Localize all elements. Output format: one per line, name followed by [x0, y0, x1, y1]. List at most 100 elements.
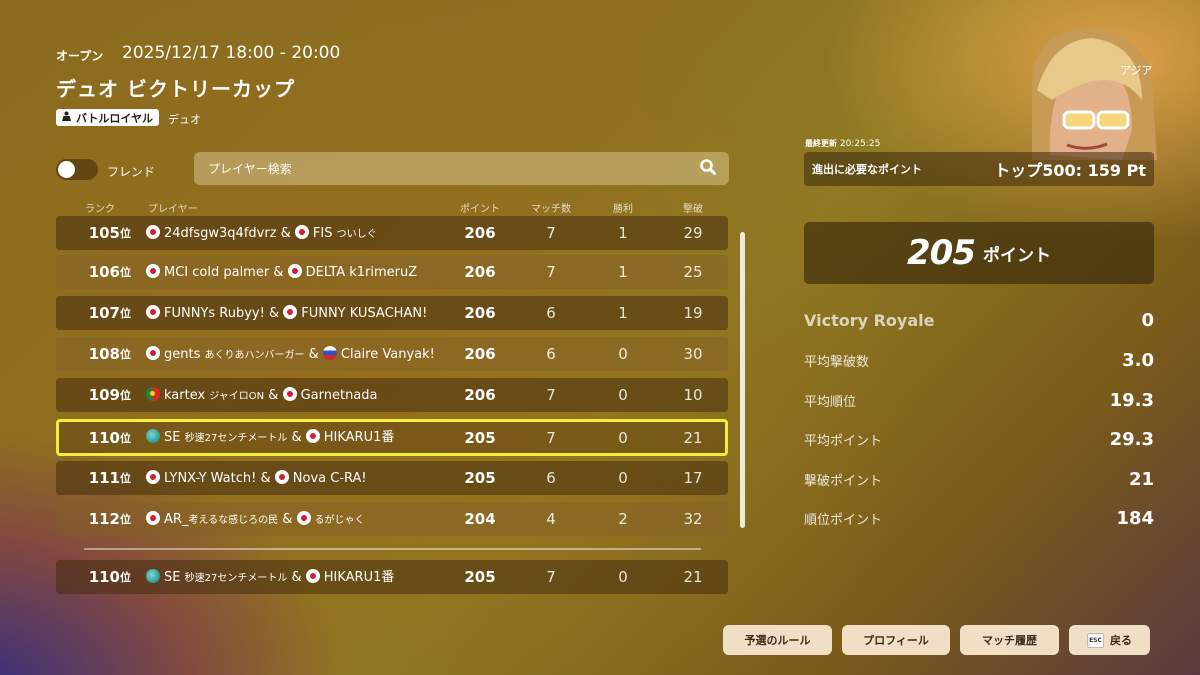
table-row[interactable]: 105 位 24dfsgw3q4fdvrz & FIS ついしぐ 206 7 1 … — [56, 216, 728, 250]
row-elims: 25 — [683, 263, 703, 281]
japan-flag-icon — [305, 568, 320, 583]
row-rank: 112 位 — [88, 510, 131, 528]
row-matches: 4 — [546, 510, 556, 528]
row-rank: 111 位 — [88, 469, 131, 487]
status-label: オープン — [56, 49, 104, 63]
row-wins: 0 — [618, 428, 628, 447]
japan-flag-icon — [146, 224, 160, 239]
russia-flag-icon — [322, 345, 337, 360]
table-row[interactable]: 112 位 AR_考えるな感じろの民 & るがじゃく 204 4 2 32 — [56, 502, 728, 536]
row-points: 205 — [464, 469, 496, 487]
table-row[interactable]: 106 位 MCI cold palmer & DELTA k1rimeruZ 2… — [56, 255, 728, 289]
table-row[interactable]: 109 位 kartex ジャイロON & Garnetnada 206 7 0 … — [56, 378, 728, 412]
row-players: LYNX-Y Watch! & Nova C-RA! — [146, 461, 446, 495]
friend-toggle[interactable] — [56, 159, 98, 180]
japan-flag-icon — [146, 510, 160, 525]
row-matches: 7 — [546, 386, 556, 404]
row-wins: 0 — [618, 386, 628, 404]
event-datetime: 2025/12/17 18:00 - 20:00 — [122, 43, 341, 63]
match-history-button[interactable]: マッチ履歴 — [960, 625, 1059, 655]
portugal-flag-icon — [146, 386, 160, 401]
table-row[interactable]: 108 位 gents あくりあハンバーガー & Claire Vanyak! 2… — [56, 337, 728, 371]
table-row[interactable]: 107 位 FUNNYs Rubyy! & FUNNY KUSACHAN! 206… — [56, 296, 728, 330]
back-label: 戻る — [1110, 634, 1132, 647]
qualify-label: 進出に必要なポイント — [812, 163, 922, 176]
japan-flag-icon — [282, 386, 297, 401]
japan-flag-icon — [146, 345, 160, 360]
scrollbar[interactable] — [740, 232, 745, 528]
row-rank: 110 位 — [88, 568, 131, 586]
battle-royale-icon — [61, 111, 72, 125]
row-wins: 0 — [618, 568, 628, 586]
row-matches: 7 — [546, 263, 556, 281]
search-icon[interactable] — [699, 158, 717, 180]
stat-placement-points: 順位ポイント 184 — [804, 508, 1154, 529]
row-matches: 6 — [546, 304, 556, 322]
search-input[interactable] — [206, 160, 670, 177]
row-elims: 10 — [683, 386, 703, 404]
row-matches: 7 — [546, 224, 556, 242]
stat-avg-placement: 平均順位 19.3 — [804, 390, 1154, 411]
japan-flag-icon — [296, 510, 311, 525]
japan-flag-icon — [283, 305, 298, 319]
row-matches: 7 — [546, 568, 556, 586]
japan-flag-icon — [287, 264, 302, 278]
total-score: 205 ポイント — [804, 222, 1154, 284]
row-rank: 108 位 — [88, 345, 131, 363]
row-matches: 6 — [546, 469, 556, 487]
rules-button[interactable]: 予選のルール — [723, 625, 832, 655]
row-elims: 17 — [683, 469, 703, 487]
own-rank-row[interactable]: 110 位 SE 秒速27センチメートル & HIKARU1番 205 7 0 2… — [56, 560, 728, 594]
back-button[interactable]: ESC 戻る — [1069, 625, 1150, 655]
col-matches: マッチ数 — [531, 204, 571, 215]
row-rank: 105 位 — [88, 224, 131, 242]
row-elims: 21 — [683, 428, 703, 447]
row-players: SE 秒速27センチメートル & HIKARU1番 — [146, 422, 446, 453]
row-matches: 6 — [546, 345, 556, 363]
row-elims: 19 — [683, 304, 703, 322]
japan-flag-icon — [274, 470, 289, 484]
row-players: 24dfsgw3q4fdvrz & FIS ついしぐ — [146, 216, 446, 250]
qualify-value: トップ500: 159 Pt — [994, 161, 1146, 180]
character-avatar — [992, 20, 1172, 160]
row-points: 205 — [464, 568, 496, 586]
esc-key-icon: ESC — [1087, 632, 1104, 648]
row-elims: 21 — [683, 568, 703, 586]
col-player: プレイヤー — [148, 204, 198, 215]
row-rank: 109 位 — [88, 386, 131, 404]
table-row-own[interactable]: 110 位 SE 秒速27センチメートル & HIKARU1番 205 7 0 2… — [56, 419, 728, 456]
globe-flag-icon — [146, 429, 160, 443]
row-elims: 29 — [683, 224, 703, 242]
globe-flag-icon — [146, 568, 160, 583]
mode-badge: バトルロイヤル — [56, 109, 159, 126]
row-points: 206 — [464, 345, 496, 363]
japan-flag-icon — [146, 264, 160, 278]
row-players: gents あくりあハンバーガー & Claire Vanyak! — [146, 337, 446, 371]
stat-victory-royale: Victory Royale 0 — [804, 310, 1154, 331]
row-points: 206 — [464, 386, 496, 404]
row-elims: 30 — [683, 345, 703, 363]
row-players: SE 秒速27センチメートル & HIKARU1番 — [146, 560, 446, 594]
table-row[interactable]: 111 位 LYNX-Y Watch! & Nova C-RA! 205 6 0 … — [56, 461, 728, 495]
row-rank: 110 位 — [88, 428, 131, 447]
last-updated: 最終更新 20:25:25 — [805, 139, 881, 149]
row-players: FUNNYs Rubyy! & FUNNY KUSACHAN! — [146, 296, 446, 330]
divider — [84, 548, 701, 550]
qualify-threshold: 進出に必要なポイント トップ500: 159 Pt — [804, 152, 1154, 186]
region-label: アジア — [1120, 64, 1153, 77]
row-points: 204 — [464, 510, 496, 528]
row-wins: 1 — [618, 263, 628, 281]
row-points: 206 — [464, 224, 496, 242]
row-players: kartex ジャイロON & Garnetnada — [146, 378, 446, 412]
row-points: 205 — [464, 428, 496, 447]
search-bar[interactable] — [194, 152, 729, 185]
japan-flag-icon — [146, 305, 160, 319]
row-wins: 0 — [618, 345, 628, 363]
profile-button[interactable]: プロフィール — [842, 625, 950, 655]
row-points: 206 — [464, 263, 496, 281]
score-value: 205 — [907, 233, 976, 273]
row-players: MCI cold palmer & DELTA k1rimeruZ — [146, 255, 446, 289]
stat-avg-elims: 平均撃破数 3.0 — [804, 350, 1154, 371]
row-wins: 0 — [618, 469, 628, 487]
japan-flag-icon — [146, 470, 160, 484]
